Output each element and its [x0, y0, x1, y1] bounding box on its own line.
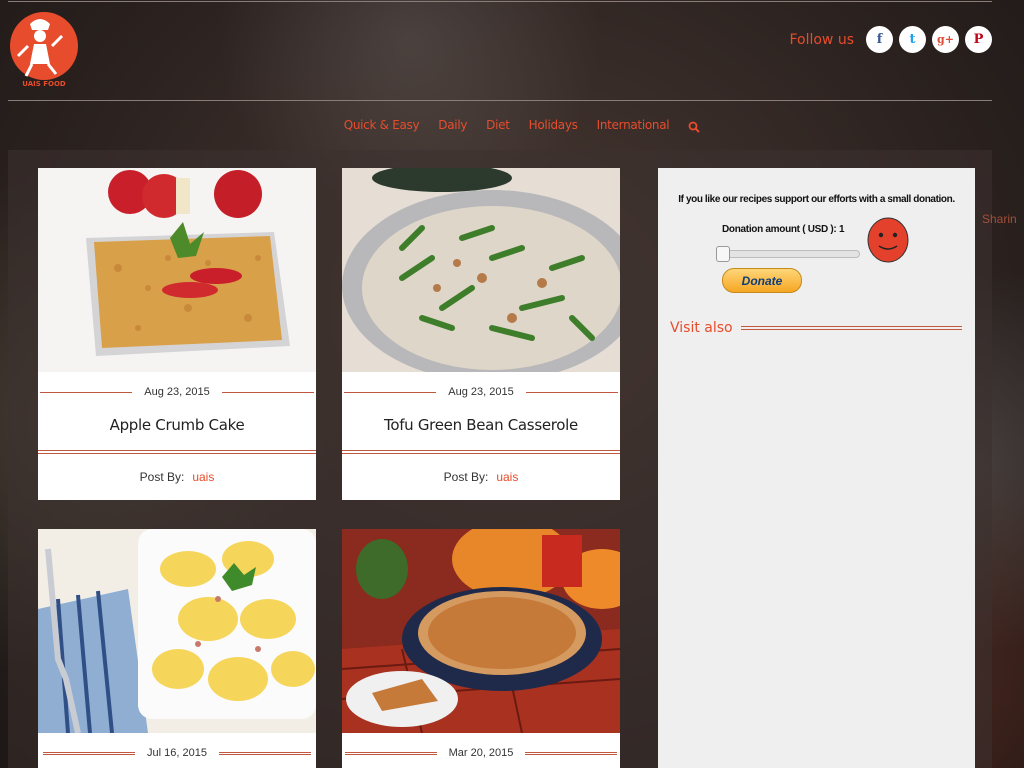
facebook-icon[interactable]: f — [866, 26, 893, 53]
post-meta: Mar 20, 2015 — [342, 733, 620, 768]
post-byline: Post By: uais — [342, 454, 620, 500]
nav-holidays[interactable]: Holidays — [529, 118, 578, 132]
nav-quick-easy[interactable]: Quick & Easy — [344, 118, 420, 132]
nav-diet[interactable]: Diet — [486, 118, 510, 132]
post-thumbnail[interactable] — [342, 168, 620, 372]
post-author-link[interactable]: uais — [496, 470, 518, 484]
pinterest-icon[interactable]: P — [965, 26, 992, 53]
donation-value: 1 — [838, 224, 845, 235]
post-thumbnail[interactable] — [38, 529, 316, 733]
post-title[interactable]: Apple Crumb Cake — [38, 412, 316, 438]
post-card[interactable]: Jul 16, 2015 — [38, 529, 316, 768]
post-author-link[interactable]: uais — [192, 470, 214, 484]
post-meta: Aug 23, 2015 — [342, 372, 620, 412]
nav-daily[interactable]: Daily — [438, 118, 467, 132]
post-date: Jul 16, 2015 — [147, 747, 207, 759]
donation-amount: Donation amount ( USD ): 1 — [722, 224, 845, 235]
sidebar: If you like our recipes support our effo… — [658, 168, 975, 768]
search-icon[interactable] — [688, 121, 701, 133]
visit-also-heading: Visit also — [670, 320, 962, 336]
header-divider — [8, 100, 992, 101]
slider-handle[interactable] — [716, 246, 730, 262]
post-by-label: Post By: — [443, 470, 489, 484]
post-card[interactable]: Mar 20, 2015 — [342, 529, 620, 768]
donate-button[interactable]: Donate — [722, 268, 802, 293]
visit-also-label: Visit also — [670, 320, 733, 336]
follow-us: Follow us f t g+ P — [789, 26, 992, 53]
post-card[interactable]: Aug 23, 2015 Tofu Green Bean Casserole P… — [342, 168, 620, 500]
post-meta: Aug 23, 2015 — [38, 372, 316, 412]
site-header: UAIS FOOD Follow us f t g+ P Quick & Eas… — [0, 0, 1024, 150]
sharing-tab[interactable]: Sharin — [982, 212, 1017, 226]
post-title[interactable]: Tofu Green Bean Casserole — [342, 412, 620, 438]
smiley-face-icon — [867, 217, 909, 263]
post-card[interactable]: Aug 23, 2015 Apple Crumb Cake Post By: u… — [38, 168, 316, 500]
donate-message: If you like our recipes support our effo… — [678, 194, 955, 205]
post-date: Mar 20, 2015 — [448, 747, 514, 759]
site-logo[interactable]: UAIS FOOD — [8, 6, 80, 92]
twitter-icon[interactable]: t — [899, 26, 926, 53]
donation-slider[interactable] — [716, 246, 860, 262]
follow-label: Follow us — [789, 31, 854, 48]
main-nav: Quick & Easy Daily Diet Holidays Interna… — [0, 118, 1024, 133]
post-meta: Jul 16, 2015 — [38, 733, 316, 768]
nav-international[interactable]: International — [597, 118, 670, 132]
post-thumbnail[interactable] — [38, 168, 316, 372]
donation-label: Donation amount ( USD ): — [722, 224, 837, 235]
post-date: Aug 23, 2015 — [448, 386, 514, 398]
svg-text:UAIS FOOD: UAIS FOOD — [22, 80, 66, 88]
post-byline: Post By: uais — [38, 454, 316, 500]
post-date: Aug 23, 2015 — [144, 386, 210, 398]
post-by-label: Post By: — [139, 470, 185, 484]
google-plus-icon[interactable]: g+ — [932, 26, 959, 53]
post-thumbnail[interactable] — [342, 529, 620, 733]
